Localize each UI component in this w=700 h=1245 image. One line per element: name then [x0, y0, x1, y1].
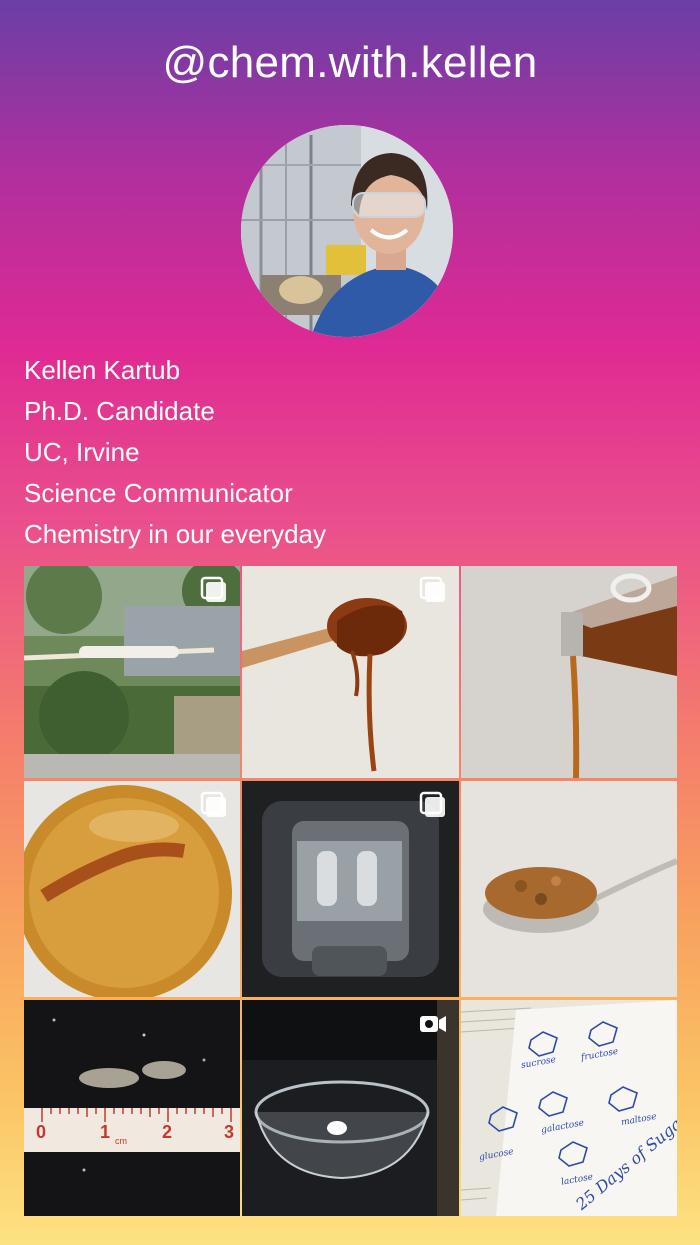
post-thumbnail[interactable] [24, 566, 240, 778]
post-thumbnail[interactable] [461, 566, 677, 778]
post-thumbnail[interactable] [242, 1000, 459, 1216]
bio: Kellen Kartub Ph.D. Candidate UC, Irvine… [24, 352, 326, 557]
bio-degree: Ph.D. Candidate [24, 396, 215, 426]
video-icon [419, 1010, 447, 1038]
avatar[interactable] [241, 125, 453, 337]
post-thumbnail[interactable]: glucose fructose galactose maltose sucro… [461, 1000, 677, 1216]
post-thumbnail[interactable] [242, 781, 459, 997]
ruler-number: 1 [100, 1122, 111, 1142]
bio-name: Kellen Kartub [24, 355, 181, 385]
multiple-photos-icon [419, 576, 447, 604]
ruler-number: 3 [224, 1122, 235, 1142]
post-thumbnail[interactable] [461, 781, 677, 997]
multiple-photos-icon [200, 576, 228, 604]
ruler-number: 0 [36, 1122, 47, 1142]
multiple-photos-icon [200, 791, 228, 819]
brown-sugar-spoon-photo [461, 781, 677, 997]
bio-tagline: Chemistry in our everyday [24, 519, 326, 549]
ruler: 0 1 cm 2 3 [24, 1108, 240, 1152]
post-thumbnail[interactable]: 0 1 cm 2 3 [24, 1000, 240, 1216]
handle-title: @chem.with.kellen [162, 38, 538, 87]
multiple-photos-icon [419, 791, 447, 819]
avatar-photo [241, 125, 453, 337]
post-grid: 0 1 cm 2 3 glucose fructose galactose ma… [24, 566, 677, 1216]
post-thumbnail[interactable] [242, 566, 459, 778]
ruler-unit: cm [115, 1136, 127, 1146]
ruler-number: 2 [162, 1122, 173, 1142]
bio-school: UC, Irvine [24, 437, 140, 467]
bio-role: Science Communicator [24, 478, 293, 508]
syrup-pour-photo [461, 566, 677, 778]
post-thumbnail[interactable] [24, 781, 240, 997]
